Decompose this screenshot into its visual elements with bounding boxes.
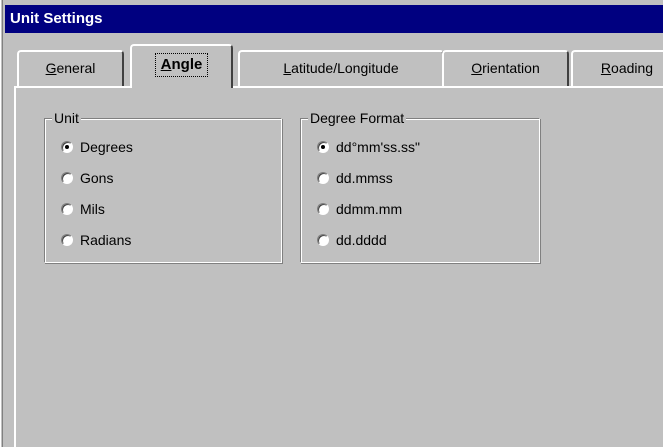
window-title: Unit Settings	[10, 10, 103, 27]
radio-button-icon[interactable]	[317, 234, 329, 246]
unit-group-box: Unit Degrees Gons Mils Radians	[44, 109, 283, 264]
radio-button-icon[interactable]	[317, 172, 329, 184]
window-border	[0, 0, 3, 447]
title-bar[interactable]: Unit Settings	[5, 5, 663, 33]
tab-latitude-longitude[interactable]: Latitude/Longitude	[238, 50, 444, 86]
unit-group-legend: Unit	[52, 109, 81, 127]
radio-ddmm-mm-format-label: ddmm.mm	[336, 201, 403, 217]
radio-button-icon[interactable]	[61, 141, 73, 153]
tab-orientation[interactable]: Orientation	[442, 50, 569, 86]
tab-strip: General Angle Latitude/Longitude Orienta…	[14, 44, 663, 88]
radio-button-icon[interactable]	[317, 203, 329, 215]
radio-gons-label: Gons	[80, 170, 114, 186]
radio-button-icon[interactable]	[317, 141, 329, 153]
tab-angle[interactable]: Angle	[130, 44, 233, 88]
degree-format-group-box: Degree Format dd°mm'ss.ss" dd.mmss ddmm.…	[300, 109, 541, 264]
radio-ddmm-mm-format[interactable]: ddmm.mm	[317, 199, 402, 219]
radio-mils[interactable]: Mils	[61, 199, 105, 219]
radio-button-icon[interactable]	[61, 203, 73, 215]
radio-dd-dddd-format-label: dd.dddd	[336, 232, 387, 248]
tab-general[interactable]: General	[17, 50, 124, 86]
tab-latitude-longitude-label: Latitude/Longitude	[283, 60, 399, 76]
unit-settings-window: Unit Settings General Angle Latitude/Lon…	[0, 0, 663, 447]
radio-dd-dddd-format[interactable]: dd.dddd	[317, 230, 387, 250]
tab-angle-label: Angle	[154, 53, 209, 78]
radio-radians-label: Radians	[80, 232, 132, 248]
radio-radians[interactable]: Radians	[61, 230, 131, 250]
tab-roading[interactable]: Roading	[571, 50, 663, 86]
radio-degrees[interactable]: Degrees	[61, 137, 133, 157]
radio-degrees-label: Degrees	[80, 139, 133, 155]
angle-tab-panel: Unit Degrees Gons Mils Radians Degree Fo…	[14, 86, 663, 447]
tab-general-label: General	[45, 60, 96, 76]
tab-roading-label: Roading	[600, 60, 654, 76]
radio-dms-format-label: dd°mm'ss.ss"	[336, 139, 421, 155]
radio-button-icon[interactable]	[61, 172, 73, 184]
radio-dd-mmss-format-label: dd.mmss	[336, 170, 393, 186]
radio-dms-format[interactable]: dd°mm'ss.ss"	[317, 137, 420, 157]
tab-orientation-label: Orientation	[471, 60, 540, 76]
degree-format-group-legend: Degree Format	[308, 109, 407, 127]
radio-button-icon[interactable]	[61, 234, 73, 246]
radio-dd-mmss-format[interactable]: dd.mmss	[317, 168, 393, 188]
radio-gons[interactable]: Gons	[61, 168, 113, 188]
radio-mils-label: Mils	[80, 201, 105, 217]
